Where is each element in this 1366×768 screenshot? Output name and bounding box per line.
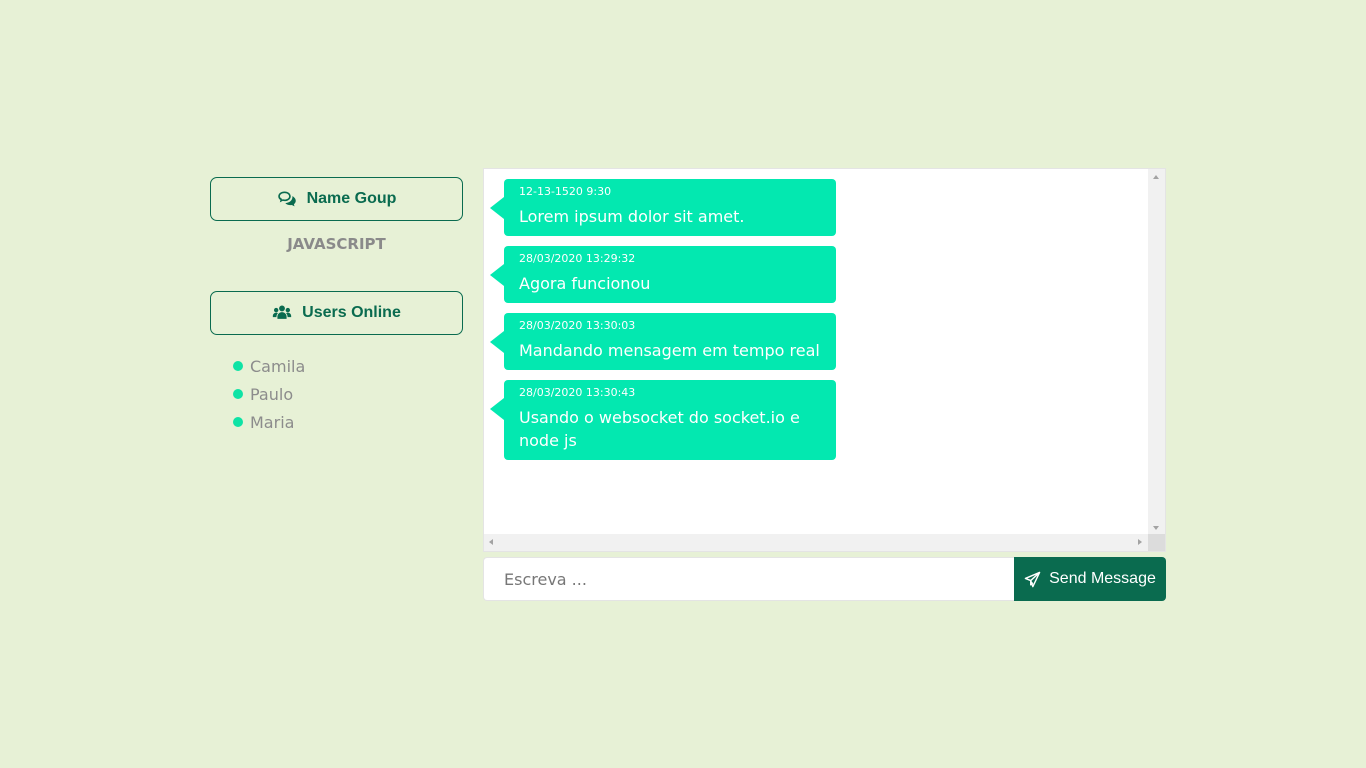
user-item: Paulo (233, 380, 463, 408)
message-composer: Send Message (483, 557, 1166, 601)
message-list: 12-13-1520 9:30 Lorem ipsum dolor sit am… (484, 169, 1150, 536)
paper-plane-icon (1024, 571, 1041, 587)
user-name: Paulo (250, 384, 294, 404)
vertical-scrollbar[interactable] (1148, 169, 1165, 536)
group-name: JAVASCRIPT (287, 235, 386, 253)
message-text: Lorem ipsum dolor sit amet. (519, 207, 745, 226)
scroll-right-icon[interactable] (1138, 539, 1142, 545)
online-dot-icon (233, 389, 243, 399)
message-bubble: 28/03/2020 13:29:32 Agora funcionou (490, 246, 836, 303)
message-input[interactable] (483, 557, 1014, 601)
message-text: Mandando mensagem em tempo real (519, 341, 820, 360)
scroll-up-icon[interactable] (1153, 175, 1159, 179)
scroll-down-icon[interactable] (1153, 526, 1159, 530)
online-dot-icon (233, 361, 243, 371)
user-item: Camila (233, 352, 463, 380)
scroll-left-icon[interactable] (489, 539, 493, 545)
chat-panel: 12-13-1520 9:30 Lorem ipsum dolor sit am… (483, 168, 1166, 552)
message-text: Usando o websocket do socket.io e node j… (519, 408, 800, 450)
message-timestamp: 12-13-1520 9:30 (519, 185, 612, 198)
user-item: Maria (233, 408, 463, 436)
user-name: Camila (250, 356, 306, 376)
horizontal-scrollbar[interactable] (484, 534, 1150, 551)
message-timestamp: 28/03/2020 13:30:43 (519, 386, 636, 399)
users-icon (272, 305, 292, 319)
online-dot-icon (233, 417, 243, 427)
sidebar: Name Goup JAVASCRIPT Users Online Camila… (210, 177, 463, 436)
name-group-button[interactable]: Name Goup (210, 177, 463, 221)
user-name: Maria (250, 412, 295, 432)
message-timestamp: 28/03/2020 13:29:32 (519, 252, 636, 265)
message-bubble: 12-13-1520 9:30 Lorem ipsum dolor sit am… (490, 179, 836, 236)
name-group-label: Name Goup (306, 190, 397, 207)
users-online-label: Users Online (302, 304, 401, 321)
scrollbar-corner (1148, 534, 1165, 551)
message-timestamp: 28/03/2020 13:30:03 (519, 319, 636, 332)
message-bubble: 28/03/2020 13:30:43 Usando o websocket d… (490, 380, 836, 460)
user-list: Camila Paulo Maria (210, 352, 463, 436)
message-text: Agora funcionou (519, 274, 651, 293)
message-bubble: 28/03/2020 13:30:03 Mandando mensagem em… (490, 313, 836, 370)
comments-icon (277, 191, 296, 207)
send-message-button[interactable]: Send Message (1014, 557, 1166, 601)
send-message-label: Send Message (1049, 570, 1156, 587)
users-online-button[interactable]: Users Online (210, 291, 463, 335)
